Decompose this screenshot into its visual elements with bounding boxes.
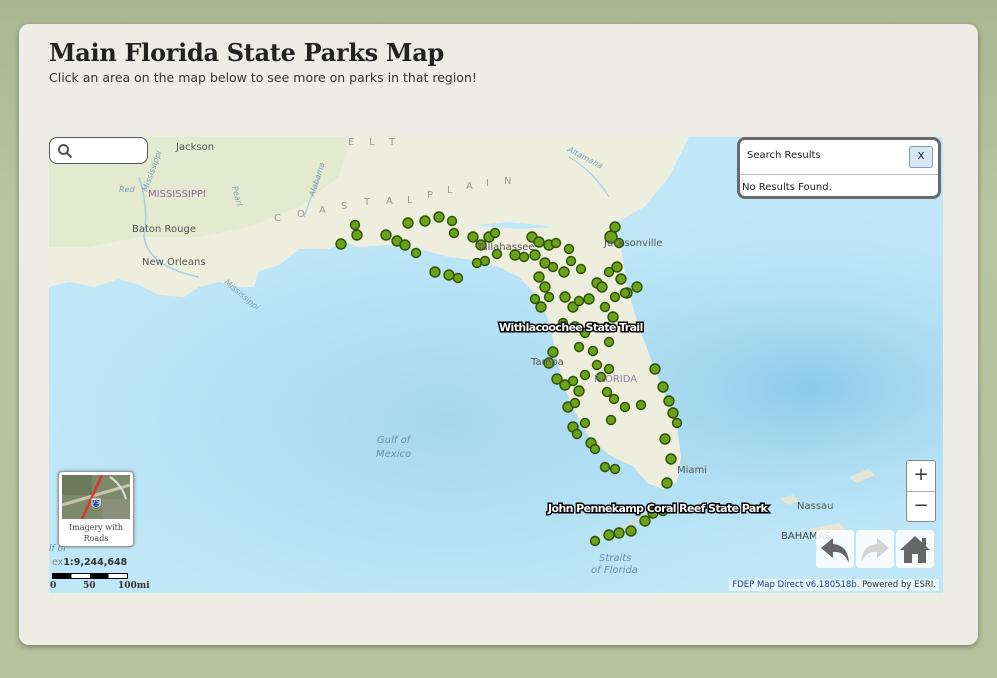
svg-text:A: A: [319, 205, 328, 216]
svg-text:L: L: [447, 185, 455, 196]
label-baton-rouge: Baton Rouge: [132, 224, 196, 235]
label-straits-line1: Straits: [599, 553, 631, 564]
svg-text:O: O: [297, 209, 307, 220]
page-title: Main Florida State Parks Map: [49, 38, 444, 67]
map-search-input[interactable]: [49, 137, 148, 164]
home-icon: [900, 536, 930, 563]
svg-text:E: E: [348, 137, 356, 148]
svg-text:A: A: [466, 181, 475, 192]
close-results-button[interactable]: X: [909, 146, 933, 168]
svg-text:T: T: [363, 197, 372, 208]
label-new-orleans: New Orleans: [142, 257, 206, 268]
scale-tick-0: 0: [50, 581, 57, 591]
label-tallahassee: Tallahassee: [476, 242, 534, 253]
search-results-header: Search Results: [747, 150, 821, 161]
label-withlacoochee-state-trail[interactable]: Withlacoochee State Trail: [498, 320, 645, 336]
label-jackson: Jackson: [175, 142, 214, 153]
results-divider: [740, 174, 938, 175]
svg-text:C: C: [274, 213, 283, 224]
forward-arrow-icon: [861, 538, 889, 563]
label-tampa: Tampa: [530, 357, 564, 368]
page-card: Main Florida State Parks Map Click an ar…: [19, 24, 978, 645]
scale-ratio: ex1:9,244,648: [52, 557, 128, 568]
label-gulf-of-mexico-line2: Mexico: [376, 449, 411, 460]
svg-text:S: S: [341, 201, 349, 212]
svg-text:N: N: [504, 176, 513, 187]
svg-text:L: L: [407, 195, 415, 206]
map-container[interactable]: Jackson MISSISSIPPI Red Mississippi Pear…: [49, 137, 943, 593]
label-florida: FLORIDA: [594, 374, 637, 385]
basemap-toggle-button[interactable]: 75 Imagery with Roads: [58, 471, 134, 547]
zoom-out-button[interactable]: −: [907, 491, 935, 522]
back-arrow-icon: [821, 538, 849, 563]
forward-button[interactable]: [856, 530, 894, 568]
svg-text:T: T: [388, 137, 397, 148]
zoom-in-button[interactable]: +: [907, 461, 935, 491]
search-results-message: No Results Found.: [742, 182, 832, 193]
basemap-graphics: Jackson MISSISSIPPI Red Mississippi Pear…: [49, 137, 943, 593]
imagery-thumbnail: 75: [62, 475, 130, 519]
svg-text:I: I: [486, 178, 491, 189]
back-button[interactable]: [816, 530, 854, 568]
label-miami: Miami: [677, 465, 707, 476]
label-jacksonville: Jacksonville: [603, 238, 662, 249]
label-nassau: Nassau: [797, 501, 834, 512]
scale-bar: ex1:9,244,648 0 50 100mi: [49, 557, 189, 591]
scale-tick-100: 100mi: [118, 581, 150, 591]
scale-graphic: [52, 573, 128, 579]
label-john-pennekamp-park[interactable]: John Pennekamp Coral Reef State Park: [546, 501, 771, 517]
svg-text:75: 75: [92, 499, 100, 506]
home-button[interactable]: [896, 530, 934, 568]
search-icon: [58, 144, 73, 159]
label-red-river: Red: [119, 185, 135, 194]
map-attribution: FDEP Map Direct v6.180518b. Powered by E…: [729, 579, 939, 591]
label-straits-line2: of Florida: [591, 565, 638, 576]
search-results-panel: Search Results X No Results Found.: [737, 137, 941, 199]
svg-text:P: P: [427, 190, 435, 201]
svg-text:L: L: [369, 137, 377, 148]
basemap-caption: Imagery with Roads: [68, 523, 124, 543]
label-mississippi-state: MISSISSIPPI: [148, 189, 206, 200]
svg-text:A: A: [386, 196, 395, 207]
fdep-version-link[interactable]: FDEP Map Direct v6.180518b.: [732, 580, 859, 590]
scale-tick-50: 50: [83, 581, 96, 591]
page-subtitle: Click an area on the map below to see mo…: [49, 70, 477, 85]
zoom-control: + −: [906, 460, 936, 522]
label-gulf-of-mexico-line1: Gulf of: [377, 435, 412, 446]
